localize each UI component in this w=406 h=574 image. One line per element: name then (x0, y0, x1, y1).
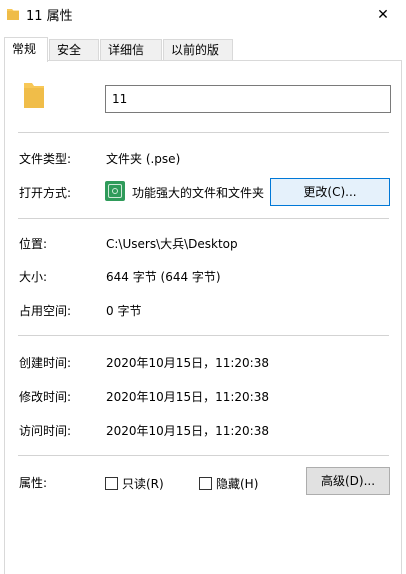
created-label: 创建时间: (19, 356, 72, 370)
change-button[interactable]: 更改(C)... (270, 178, 390, 206)
size-value: 644 字节 (644 字节) (106, 270, 221, 284)
close-icon: ✕ (377, 7, 389, 23)
name-field[interactable] (105, 85, 391, 113)
open-with-value: 功能强大的文件和文件夹 (132, 186, 265, 200)
separator (18, 455, 389, 456)
modified-value: 2020年10月15日，11:20:38 (106, 390, 269, 404)
file-type-value: 文件夹 (.pse) (106, 152, 181, 166)
tab-previous-versions[interactable]: 以前的版本 (163, 39, 233, 77)
tab-label: 安全 (57, 43, 82, 57)
tab-details[interactable]: 详细信息 (100, 39, 162, 77)
accessed-label: 访问时间: (19, 424, 72, 438)
window-title: 11 属性 (26, 9, 73, 24)
checkbox-box[interactable] (199, 477, 212, 490)
hidden-checkbox[interactable]: 隐藏(H) (199, 475, 258, 492)
tab-security[interactable]: 安全 (49, 39, 99, 61)
open-with-label: 打开方式: (19, 186, 72, 200)
checkbox-box[interactable] (105, 477, 118, 490)
folder-icon (6, 6, 20, 25)
modified-label: 修改时间: (19, 390, 72, 404)
tab-label: 常规 (12, 42, 37, 56)
tab-general[interactable]: 常规 (4, 37, 48, 62)
size-label: 大小: (19, 270, 48, 284)
tab-strip: 常规 安全 详细信息 以前的版本 (4, 37, 402, 77)
separator (18, 132, 389, 133)
disk-size-value: 0 字节 (106, 304, 142, 318)
close-button[interactable]: ✕ (360, 0, 406, 30)
accessed-value: 2020年10月15日，11:20:38 (106, 424, 269, 438)
separator (18, 218, 389, 219)
created-value: 2020年10月15日，11:20:38 (106, 356, 269, 370)
file-type-label: 文件类型: (19, 152, 72, 166)
separator (18, 335, 389, 336)
location-label: 位置: (19, 237, 48, 251)
attributes-label: 属性: (19, 476, 48, 490)
app-icon (105, 181, 125, 201)
readonly-checkbox[interactable]: 只读(R) (105, 475, 164, 492)
hidden-label: 隐藏(H) (216, 477, 259, 491)
advanced-button[interactable]: 高级(D)... (306, 467, 390, 495)
location-value: C:\Users\大兵\Desktop (106, 237, 238, 251)
title-bar: 11 属性 ✕ (0, 0, 406, 30)
disk-size-label: 占用空间: (19, 304, 72, 318)
readonly-label: 只读(R) (122, 477, 164, 491)
folder-large-icon (22, 80, 46, 113)
